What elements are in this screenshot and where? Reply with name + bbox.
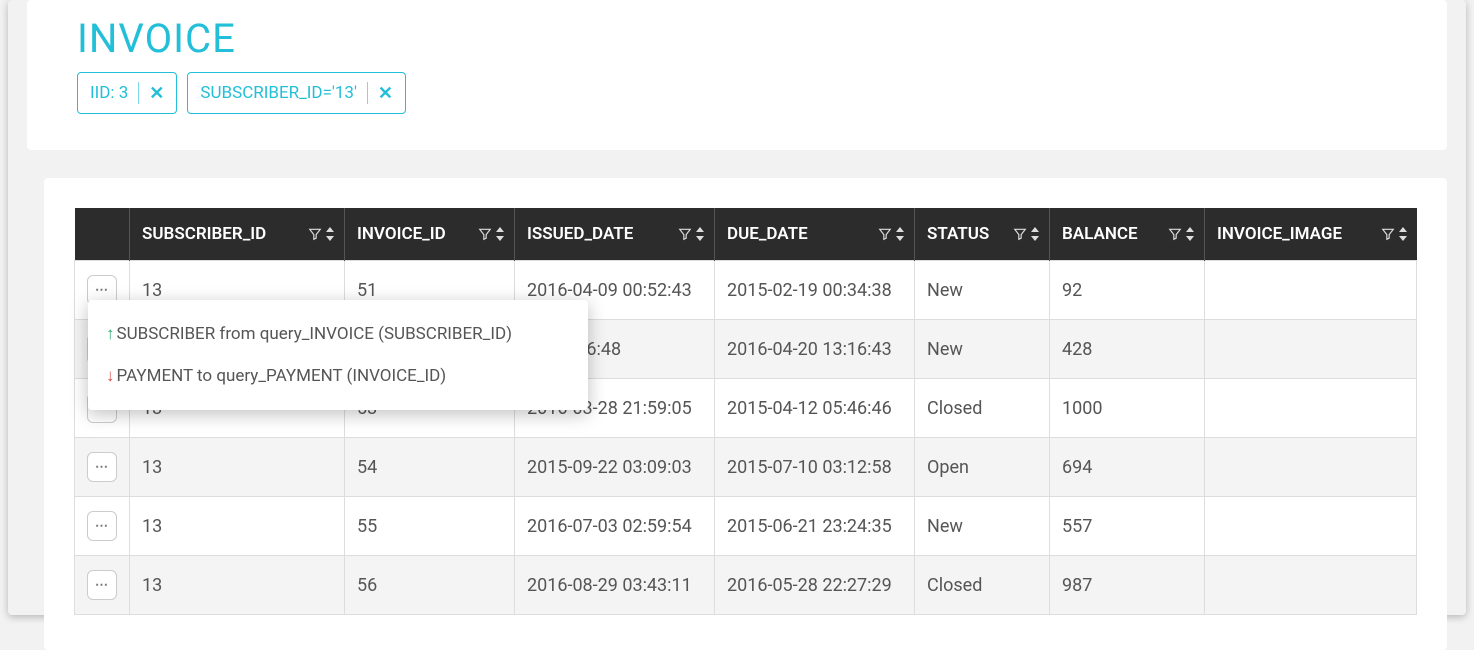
cell-invoice-image bbox=[1205, 379, 1417, 438]
cell-invoice-image bbox=[1205, 556, 1417, 615]
cell-status: New bbox=[915, 320, 1050, 379]
cell-status: Closed bbox=[915, 556, 1050, 615]
column-header-due-date[interactable]: DUE_DATE bbox=[715, 208, 915, 261]
column-header-label: STATUS bbox=[927, 224, 989, 244]
cell-issued-date: 2015-09-22 03:09:03 bbox=[515, 438, 715, 497]
cell-invoice-id: 56 bbox=[345, 556, 515, 615]
arrow-down-icon: ↓ bbox=[106, 366, 115, 386]
close-icon[interactable]: ✕ bbox=[149, 83, 164, 104]
column-header-subscriber-id[interactable]: SUBSCRIBER_ID bbox=[130, 208, 345, 261]
cell-subscriber-id: 13 bbox=[130, 497, 345, 556]
row-actions-button[interactable]: ⋯ bbox=[87, 570, 117, 600]
sort-icon[interactable] bbox=[1397, 227, 1409, 241]
filter-chip-label: SUBSCRIBER_ID='13' bbox=[200, 83, 357, 103]
cell-status: New bbox=[915, 261, 1050, 320]
cell-status: Closed bbox=[915, 379, 1050, 438]
filter-icon[interactable] bbox=[308, 227, 322, 241]
cell-balance: 694 bbox=[1050, 438, 1205, 497]
cell-invoice-image bbox=[1205, 497, 1417, 556]
cell-invoice-image bbox=[1205, 261, 1417, 320]
table-row: ⋯ 13542015-09-22 03:09:032015-07-10 03:12… bbox=[75, 438, 1417, 497]
sort-icon[interactable] bbox=[324, 227, 336, 241]
column-header-invoice-image[interactable]: INVOICE_IMAGE bbox=[1205, 208, 1417, 261]
cell-actions: ⋯ bbox=[75, 556, 130, 615]
sort-icon[interactable] bbox=[1184, 227, 1196, 241]
cell-due-date: 2015-04-12 05:46:46 bbox=[715, 379, 915, 438]
column-header-issued-date[interactable]: ISSUED_DATE bbox=[515, 208, 715, 261]
cell-actions: ⋯ bbox=[75, 497, 130, 556]
filter-chip-label: IID: 3 bbox=[90, 83, 128, 103]
chip-divider bbox=[367, 82, 368, 104]
cell-subscriber-id: 13 bbox=[130, 438, 345, 497]
invoice-table: SUBSCRIBER_ID INVOICE_ID bbox=[74, 208, 1417, 615]
column-header-invoice-id[interactable]: INVOICE_ID bbox=[345, 208, 515, 261]
cell-invoice-id: 55 bbox=[345, 497, 515, 556]
column-header-label: ISSUED_DATE bbox=[527, 224, 633, 244]
sort-icon[interactable] bbox=[694, 227, 706, 241]
column-header-label: INVOICE_ID bbox=[357, 224, 446, 244]
filter-icon[interactable] bbox=[478, 227, 492, 241]
row-actions-button[interactable]: ⋯ bbox=[87, 452, 117, 482]
cell-due-date: 2015-06-21 23:24:35 bbox=[715, 497, 915, 556]
cell-balance: 92 bbox=[1050, 261, 1205, 320]
filter-chip-iid[interactable]: IID: 3 ✕ bbox=[77, 72, 177, 114]
column-header-actions bbox=[75, 208, 130, 261]
filter-icon[interactable] bbox=[1013, 227, 1027, 241]
popover-item-label: PAYMENT to query_PAYMENT (INVOICE_ID) bbox=[117, 366, 447, 386]
cell-actions: ⋯ bbox=[75, 438, 130, 497]
cell-status: Open bbox=[915, 438, 1050, 497]
cell-issued-date: 2016-07-03 02:59:54 bbox=[515, 497, 715, 556]
table-card: SUBSCRIBER_ID INVOICE_ID bbox=[44, 178, 1447, 650]
chip-divider bbox=[138, 82, 139, 104]
cell-balance: 987 bbox=[1050, 556, 1205, 615]
cell-due-date: 2015-02-19 00:34:38 bbox=[715, 261, 915, 320]
cell-status: New bbox=[915, 497, 1050, 556]
filter-chip-subscriber[interactable]: SUBSCRIBER_ID='13' ✕ bbox=[187, 72, 406, 114]
table-row: ⋯ 13562016-08-29 03:43:112016-05-28 22:27… bbox=[75, 556, 1417, 615]
page-title: INVOICE bbox=[77, 15, 1397, 62]
cell-balance: 1000 bbox=[1050, 379, 1205, 438]
row-actions-popover: ↑ SUBSCRIBER from query_INVOICE (SUBSCRI… bbox=[88, 300, 588, 410]
sort-icon[interactable] bbox=[1029, 227, 1041, 241]
table-header-row: SUBSCRIBER_ID INVOICE_ID bbox=[75, 208, 1417, 261]
cell-invoice-image bbox=[1205, 320, 1417, 379]
cell-balance: 557 bbox=[1050, 497, 1205, 556]
cell-due-date: 2015-07-10 03:12:58 bbox=[715, 438, 915, 497]
filter-icon[interactable] bbox=[1168, 227, 1182, 241]
column-header-label: BALANCE bbox=[1062, 224, 1138, 244]
cell-due-date: 2016-05-28 22:27:29 bbox=[715, 556, 915, 615]
app-frame: INVOICE IID: 3 ✕ SUBSCRIBER_ID='13' ✕ SU… bbox=[8, 0, 1466, 615]
popover-link-subscriber[interactable]: ↑ SUBSCRIBER from query_INVOICE (SUBSCRI… bbox=[106, 318, 570, 350]
column-header-label: SUBSCRIBER_ID bbox=[142, 224, 266, 244]
popover-item-label: SUBSCRIBER from query_INVOICE (SUBSCRIBE… bbox=[117, 324, 513, 344]
column-header-label: DUE_DATE bbox=[727, 224, 808, 244]
popover-link-payment[interactable]: ↓ PAYMENT to query_PAYMENT (INVOICE_ID) bbox=[106, 360, 570, 392]
filter-chip-row: IID: 3 ✕ SUBSCRIBER_ID='13' ✕ bbox=[77, 72, 1397, 114]
cell-subscriber-id: 13 bbox=[130, 556, 345, 615]
sort-icon[interactable] bbox=[494, 227, 506, 241]
cell-balance: 428 bbox=[1050, 320, 1205, 379]
close-icon[interactable]: ✕ bbox=[378, 83, 393, 104]
filter-icon[interactable] bbox=[678, 227, 692, 241]
filter-icon[interactable] bbox=[1381, 227, 1395, 241]
cell-invoice-image bbox=[1205, 438, 1417, 497]
column-header-balance[interactable]: BALANCE bbox=[1050, 208, 1205, 261]
header-card: INVOICE IID: 3 ✕ SUBSCRIBER_ID='13' ✕ bbox=[27, 0, 1447, 150]
filter-icon[interactable] bbox=[878, 227, 892, 241]
cell-due-date: 2016-04-20 13:16:43 bbox=[715, 320, 915, 379]
arrow-up-icon: ↑ bbox=[106, 324, 115, 344]
cell-issued-date: 2016-08-29 03:43:11 bbox=[515, 556, 715, 615]
cell-invoice-id: 54 bbox=[345, 438, 515, 497]
column-header-label: INVOICE_IMAGE bbox=[1217, 224, 1342, 244]
row-actions-button[interactable]: ⋯ bbox=[87, 511, 117, 541]
column-header-status[interactable]: STATUS bbox=[915, 208, 1050, 261]
sort-icon[interactable] bbox=[894, 227, 906, 241]
table-row: ⋯ 13552016-07-03 02:59:542015-06-21 23:24… bbox=[75, 497, 1417, 556]
